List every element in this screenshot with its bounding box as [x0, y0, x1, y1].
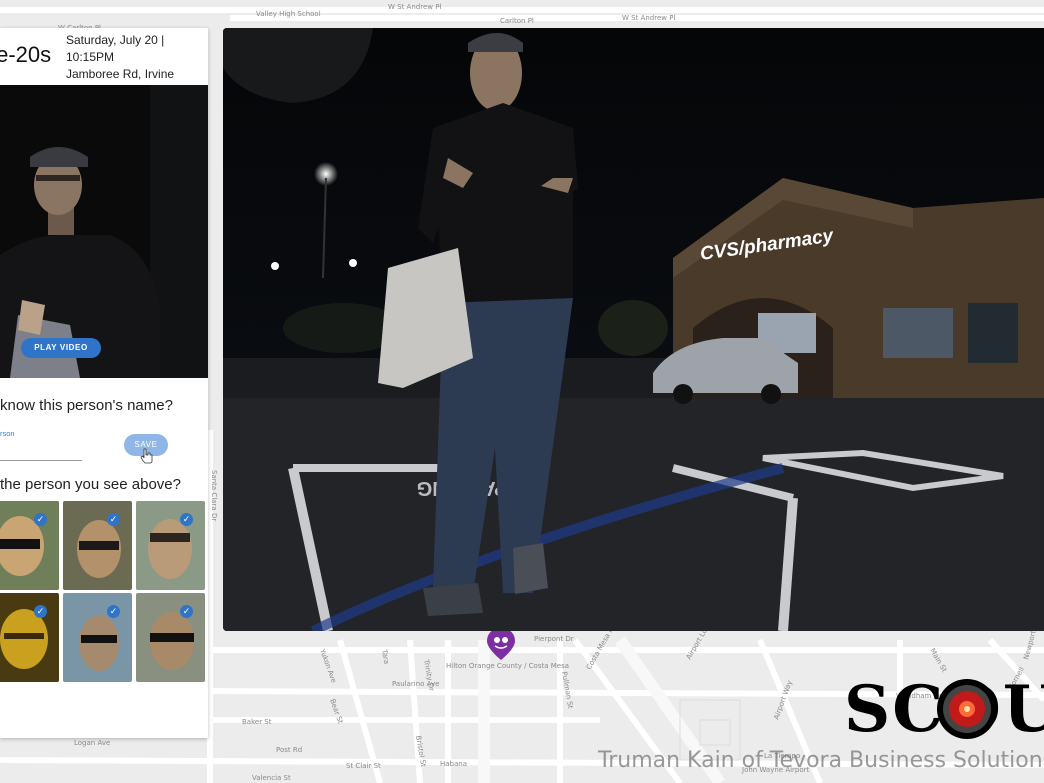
- name-question: know this person's name?: [0, 397, 173, 414]
- face-candidate[interactable]: ✓: [136, 593, 205, 682]
- check-icon: ✓: [107, 605, 120, 618]
- street-label: Post Rd: [276, 746, 302, 754]
- event-date: Saturday, July 20 |: [66, 33, 165, 47]
- street-label: Carlton Pl: [500, 17, 534, 25]
- event-detail-panel: te-20s Saturday, July 20 | 10:15PM Jambo…: [0, 28, 208, 738]
- street-label: Santa Clara Dr: [210, 470, 218, 521]
- face-candidate[interactable]: ✓: [63, 593, 132, 682]
- event-time: 10:15PM: [66, 50, 115, 64]
- name-input-underline: [0, 460, 82, 461]
- street-label: W St Andrew Pl: [388, 3, 441, 11]
- name-input[interactable]: rson: [0, 429, 15, 438]
- hand-cursor-icon: [140, 448, 154, 467]
- play-video-button[interactable]: PLAY VIDEO: [21, 338, 101, 358]
- video-player[interactable]: CVS/pharmacy NO PARKING: [223, 28, 1044, 631]
- street-label: Valencia St: [252, 774, 291, 782]
- event-location: Jamboree Rd, Irvine: [66, 67, 175, 81]
- face-candidate[interactable]: ✓: [63, 501, 132, 590]
- check-icon: ✓: [107, 513, 120, 526]
- event-thumbnail[interactable]: PLAY VIDEO: [0, 85, 208, 378]
- thumbnail-image: [0, 85, 208, 378]
- street-label: Valley High School: [256, 10, 321, 18]
- street-label: Hilton Orange County / Costa Mesa: [446, 662, 569, 670]
- street-label: Logan Ave: [74, 739, 110, 747]
- red-eye-icon: [937, 679, 997, 739]
- check-icon: ✓: [34, 605, 47, 618]
- street-label: Baker St: [242, 718, 272, 726]
- location-pin-icon[interactable]: [485, 627, 517, 661]
- street-label: Paularino Ave: [392, 680, 439, 688]
- street-label: St Clair St: [346, 762, 381, 770]
- street-label: W St Andrew Pl: [622, 14, 675, 22]
- check-icon: ✓: [180, 513, 193, 526]
- street-label: Habana: [440, 760, 467, 768]
- check-icon: ✓: [34, 513, 47, 526]
- street-label: Pierpont Dr: [534, 635, 574, 643]
- face-candidate[interactable]: ✓: [0, 593, 59, 682]
- presenter-caption: Truman Kain of Tevora Business Solutions: [598, 748, 1044, 773]
- face-candidate[interactable]: ✓: [136, 501, 205, 590]
- event-title: te-20s: [0, 42, 52, 67]
- face-candidate[interactable]: ✓: [0, 501, 59, 590]
- match-question: the person you see above?: [0, 476, 181, 493]
- video-frame: CVS/pharmacy NO PARKING: [223, 28, 1044, 631]
- check-icon: ✓: [180, 605, 193, 618]
